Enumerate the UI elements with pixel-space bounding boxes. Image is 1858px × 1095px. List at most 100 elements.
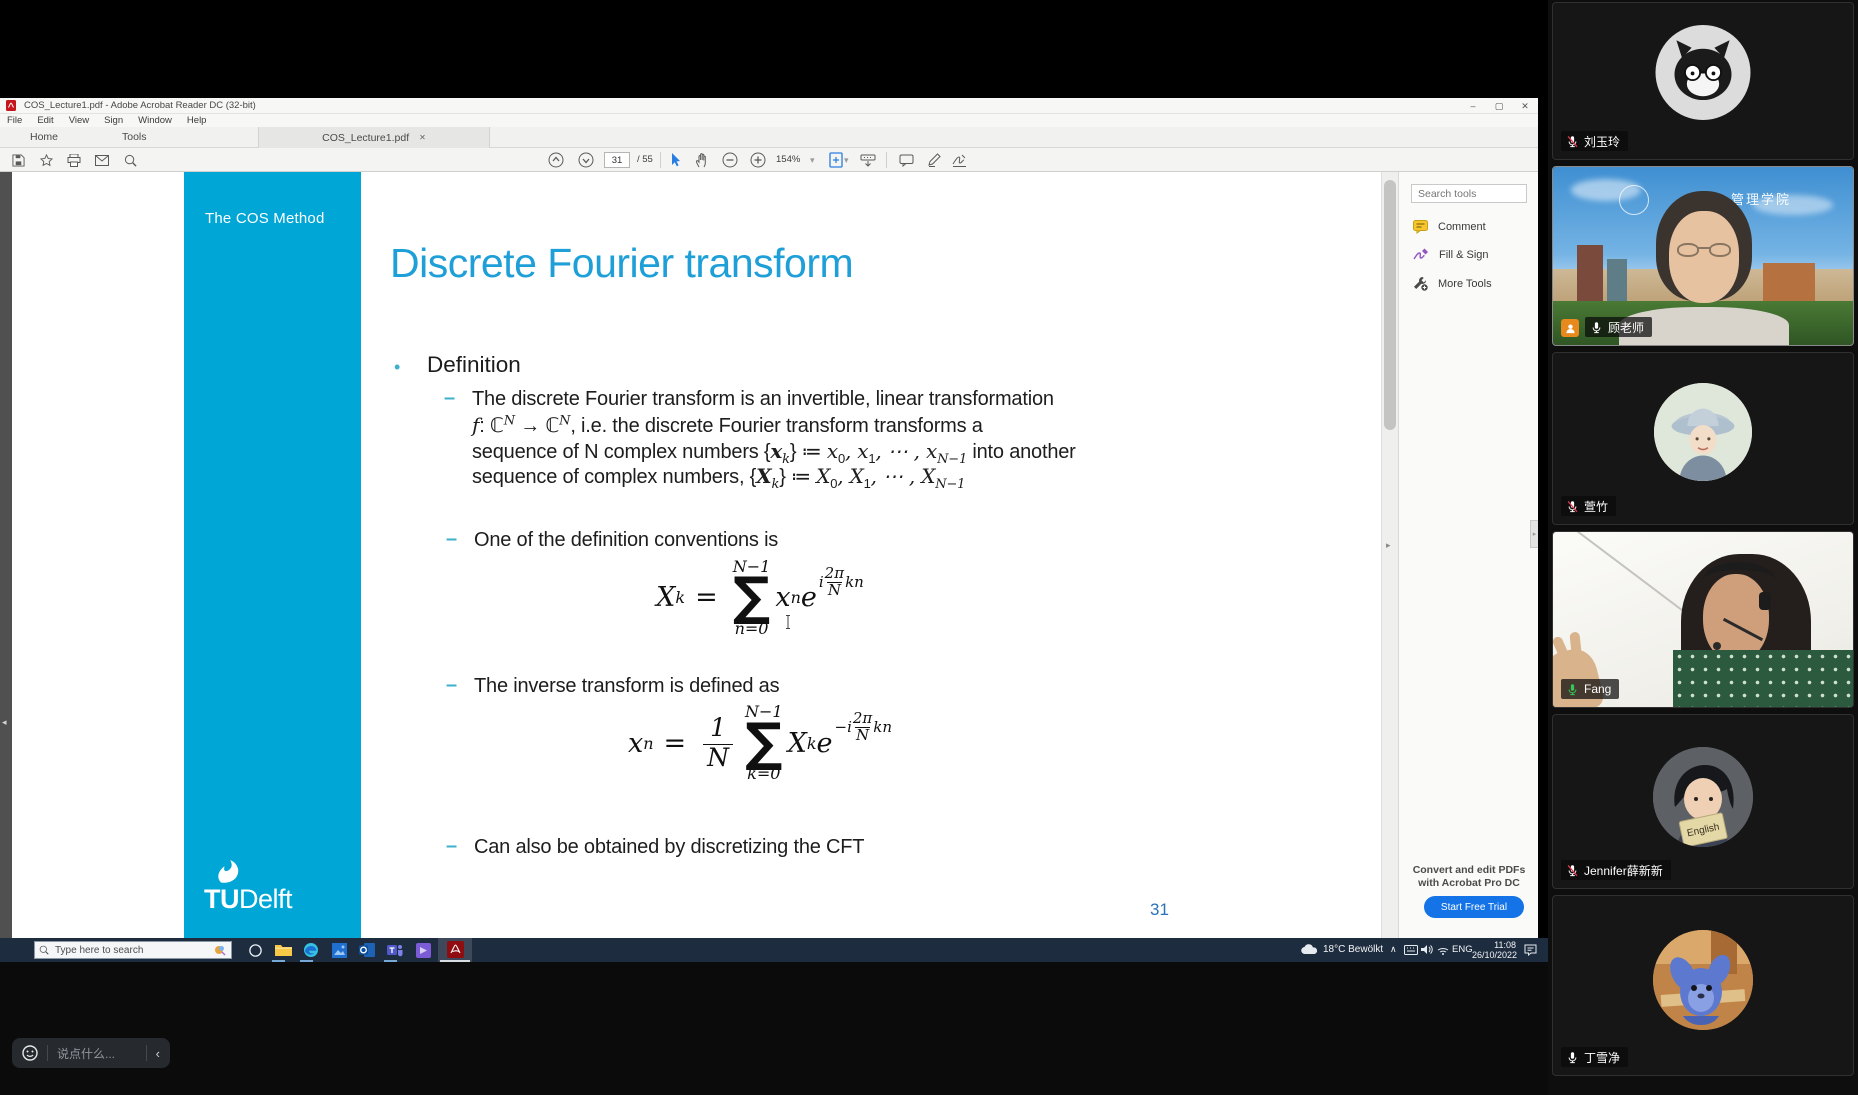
toolbar: / 55 154% ▾ ▾ — [0, 148, 1538, 172]
pane-toggle-icon[interactable]: ▸ — [1386, 540, 1391, 551]
chat-collapse-button[interactable]: ‹ — [156, 1046, 160, 1061]
menu-view[interactable]: View — [69, 115, 89, 126]
email-button[interactable] — [92, 151, 112, 169]
zoom-out-button[interactable] — [720, 151, 740, 169]
participant-tile[interactable]: Fang — [1552, 531, 1854, 708]
acrobat-taskbar-button[interactable] — [438, 938, 472, 962]
chat-divider — [47, 1045, 48, 1061]
menu-help[interactable]: Help — [187, 115, 207, 126]
network-icon[interactable] — [1437, 944, 1449, 955]
teams-icon — [387, 943, 403, 958]
restore-button[interactable]: ▢ — [1486, 98, 1512, 114]
tu-delft-logo: TUDelft — [204, 884, 292, 915]
previous-page-button[interactable] — [546, 151, 566, 169]
chat-input-bar[interactable]: 说点什么... ‹ — [12, 1038, 170, 1068]
participant-tile[interactable]: English Jennifer薛新新 — [1552, 714, 1854, 889]
meeting-sidebar: 刘玉玲 管理学院 顾老师 — [1548, 0, 1858, 1095]
app-purple-button[interactable] — [410, 940, 436, 960]
close-button[interactable]: ✕ — [1512, 98, 1538, 114]
dft-formula: Xk = N−1∑n=0 xne i2πNkn — [540, 545, 980, 650]
panel-item-more-tools[interactable]: More Tools — [1413, 276, 1492, 291]
emoji-icon[interactable] — [22, 1045, 38, 1061]
weather-label[interactable]: 18°C Bewölkt — [1323, 944, 1383, 955]
speaker-icon[interactable] — [1421, 944, 1433, 955]
toolbar-widget-button[interactable] — [858, 151, 878, 169]
tab-home[interactable]: Home — [30, 131, 58, 143]
language-indicator[interactable]: ENG — [1452, 944, 1473, 955]
avatar — [1654, 383, 1752, 481]
file-explorer-button[interactable] — [270, 940, 296, 960]
window-title: COS_Lecture1.pdf - Adobe Acrobat Reader … — [24, 98, 256, 114]
participant-tile[interactable]: 丁雪净 — [1552, 895, 1854, 1076]
zoom-in-button[interactable] — [748, 151, 768, 169]
vertical-scrollbar[interactable] — [1381, 172, 1398, 938]
clock-date: 26/10/2022 — [1472, 950, 1516, 960]
dash-icon: – — [444, 387, 455, 410]
action-center-icon[interactable] — [1524, 944, 1537, 956]
panel-item-comment[interactable]: Comment — [1413, 220, 1486, 234]
tab-tools[interactable]: Tools — [122, 131, 147, 143]
start-free-trial-button[interactable]: Start Free Trial — [1424, 896, 1524, 918]
participant-name: Jennifer薛新新 — [1584, 862, 1663, 879]
chat-placeholder[interactable]: 说点什么... — [57, 1045, 115, 1062]
slide-page-number: 31 — [1150, 900, 1169, 920]
tab-close-icon[interactable]: ✕ — [419, 133, 426, 142]
participant-name: 顾老师 — [1608, 319, 1644, 336]
page-fit-dropdown-icon[interactable]: ▾ — [844, 155, 849, 166]
participant-tile[interactable]: 刘玉玲 — [1552, 2, 1854, 160]
tab-document[interactable]: COS_Lecture1.pdf ✕ — [258, 127, 490, 148]
glasses-bridge — [1698, 247, 1710, 249]
sign-tool-button[interactable] — [950, 151, 970, 169]
scrollbar-thumb[interactable] — [1384, 180, 1396, 430]
participant-name: Fang — [1584, 682, 1611, 696]
taskbar-search-box[interactable]: Type here to search — [34, 941, 232, 959]
purple-app-icon — [416, 943, 431, 958]
zoom-level-label[interactable]: 154% — [776, 154, 800, 165]
find-button[interactable] — [120, 151, 140, 169]
save-button[interactable] — [8, 151, 28, 169]
mic-on-icon — [1590, 321, 1603, 334]
headset-earcup — [1759, 592, 1771, 610]
left-pane-toggle-icon[interactable]: ◂ — [2, 717, 7, 728]
cortana-button[interactable] — [242, 940, 268, 960]
outlook-button[interactable] — [354, 940, 380, 960]
outlook-icon — [359, 943, 375, 957]
zoom-dropdown-icon[interactable]: ▾ — [810, 155, 815, 166]
next-page-button[interactable] — [576, 151, 596, 169]
edge-button[interactable] — [298, 940, 324, 960]
avatar — [1656, 25, 1751, 120]
touch-keyboard-icon[interactable] — [1404, 945, 1418, 955]
select-tool-button[interactable] — [666, 151, 686, 169]
glasses-left — [1677, 243, 1699, 257]
dash-icon: – — [446, 674, 457, 697]
photos-button[interactable] — [326, 940, 352, 960]
teams-button[interactable] — [382, 940, 408, 960]
tu-delft-flame-icon — [212, 860, 246, 886]
person-face — [1669, 211, 1739, 303]
participant-tile[interactable]: 萱竹 — [1552, 352, 1854, 525]
clock[interactable]: 11:08 26/10/2022 — [1472, 940, 1516, 960]
participant-nametag: 顾老师 — [1585, 317, 1652, 337]
chat-divider — [146, 1045, 147, 1061]
star-button[interactable] — [36, 151, 56, 169]
pencil-tool-button[interactable] — [924, 151, 944, 169]
menu-sign[interactable]: Sign — [104, 115, 123, 126]
minimize-button[interactable]: – — [1460, 98, 1486, 114]
panel-item-fill-sign[interactable]: Fill & Sign — [1413, 248, 1489, 262]
menu-edit[interactable]: Edit — [37, 115, 53, 126]
participant-nametag: 刘玉玲 — [1561, 131, 1628, 151]
menu-window[interactable]: Window — [138, 115, 172, 126]
comment-tool-button[interactable] — [896, 151, 916, 169]
page-number-input[interactable] — [604, 152, 630, 168]
definition-heading: Definition — [427, 352, 521, 378]
tray-expand-icon[interactable]: ∧ — [1390, 944, 1397, 955]
building-brick — [1763, 263, 1815, 303]
hand-tool-button[interactable] — [692, 151, 712, 169]
participant-tile[interactable]: 管理学院 顾老师 — [1552, 166, 1854, 346]
search-tools-input[interactable] — [1411, 184, 1527, 203]
meeting-bottom-area — [0, 962, 1548, 1095]
hat-portrait-avatar-icon — [1654, 383, 1752, 481]
menu-file[interactable]: File — [7, 115, 22, 126]
page-fit-button[interactable] — [826, 151, 846, 169]
print-button[interactable] — [64, 151, 84, 169]
